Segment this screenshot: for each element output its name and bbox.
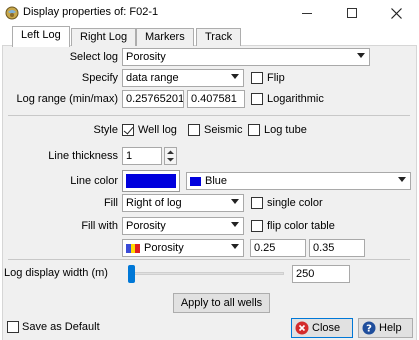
fill-value: Right of log [126,197,182,209]
close-button-label: Close [312,322,341,334]
flip-label: Flip [267,72,285,84]
color-swatch [126,174,176,188]
title-bar: Display properties of: F02-1 [0,0,419,26]
save-as-default-label: Save as Default [22,321,100,333]
style-label: Style [93,124,118,136]
log-display-width-slider-track[interactable] [128,272,284,275]
help-button-label: Help [379,322,402,334]
minimize-button[interactable] [284,0,329,26]
maximize-button[interactable] [329,0,374,26]
color-range-max-input[interactable]: 0.35 [309,239,365,257]
single-color-label: single color [267,197,323,209]
log-display-width-label: Log display width (m) [4,267,108,279]
select-log-dropdown[interactable]: Porosity [122,48,370,66]
style-log-tube-checkbox[interactable] [248,124,260,136]
line-thickness-spinner[interactable] [164,147,177,165]
chevron-down-icon [231,74,239,79]
color-table-icon [126,243,141,253]
tab-markers[interactable]: Markers [136,28,194,46]
tab-track[interactable]: Track [196,28,242,46]
logarithmic-checkbox[interactable] [251,93,263,105]
tab-right-log[interactable]: Right Log [71,28,137,46]
style-well-log-checkbox[interactable] [122,124,134,136]
logarithmic-label: Logarithmic [267,93,324,105]
style-seismic-label: Seismic [204,124,243,136]
color-table-value: Porosity [144,242,184,254]
flip-color-table-checkbox[interactable] [251,220,263,232]
save-as-default-checkbox[interactable] [7,321,19,333]
line-color-dropdown[interactable]: Blue [186,172,411,190]
close-button[interactable]: Close [291,318,353,338]
line-color-value: Blue [205,175,228,187]
specify-dropdown[interactable]: data range [122,69,244,87]
line-color-label: Line color [70,175,118,187]
app-icon [5,6,19,20]
flip-checkbox[interactable] [251,72,263,84]
style-seismic-checkbox[interactable] [188,124,200,136]
log-display-width-input[interactable]: 250 [292,265,350,283]
log-display-width-slider-handle[interactable] [128,265,135,283]
chevron-down-icon [231,244,239,249]
close-circle-icon [295,321,309,335]
color-swatch-icon [190,176,201,186]
fill-with-dropdown[interactable]: Porosity [122,217,244,235]
fill-dropdown[interactable]: Right of log [122,194,244,212]
style-log-tube-label: Log tube [264,124,307,136]
color-table-dropdown[interactable]: Porosity [122,239,244,257]
select-log-value: Porosity [126,51,166,63]
select-log-label: Select log [69,51,118,63]
specify-value: data range [126,72,179,84]
log-range-max-input[interactable]: 0.407581 [187,90,245,108]
spin-up-down-icon [167,150,174,162]
tab-left-log[interactable]: Left Log [12,26,70,47]
svg-text:?: ? [366,324,372,335]
separator [8,115,410,116]
line-thickness-label: Line thickness [48,150,118,162]
minimize-icon [301,12,312,14]
color-range-min-input[interactable]: 0.25 [250,239,306,257]
window-title: Display properties of: F02-1 [23,6,159,18]
close-icon [391,7,402,19]
log-range-label: Log range (min/max) [16,93,119,105]
style-well-log-label: Well log [138,124,177,136]
chevron-down-icon [231,222,239,227]
fill-label: Fill [103,197,118,209]
maximize-icon [346,8,357,18]
fill-with-label: Fill with [81,220,118,232]
line-thickness-input[interactable]: 1 [122,147,162,165]
separator [8,259,410,260]
log-range-min-input[interactable]: 0.25765201 [122,90,184,108]
flip-color-table-label: flip color table [267,220,335,232]
single-color-checkbox[interactable] [251,197,263,209]
help-button[interactable]: ? Help [358,318,413,338]
chevron-down-icon [357,53,365,58]
chevron-down-icon [231,199,239,204]
line-color-swatch-button[interactable] [122,170,180,192]
help-icon: ? [362,321,376,335]
apply-to-all-wells-button[interactable]: Apply to all wells [173,293,270,313]
fill-with-value: Porosity [126,220,166,232]
specify-label: Specify [81,72,118,84]
chevron-down-icon [398,177,406,182]
close-window-button[interactable] [374,0,419,26]
